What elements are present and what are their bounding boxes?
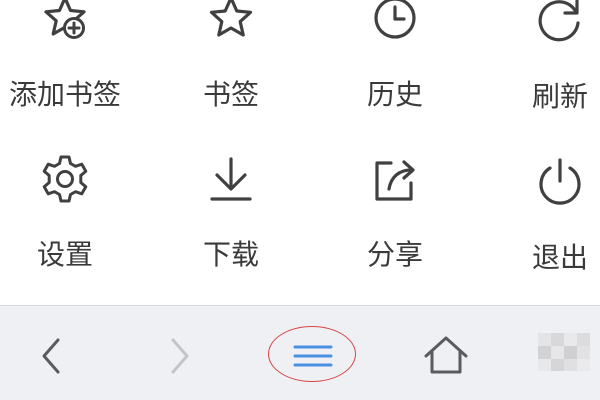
chevron-left-icon — [42, 338, 60, 374]
menu-item-share[interactable]: 分享 — [335, 148, 455, 278]
menu-item-download[interactable]: 下载 — [171, 148, 291, 278]
menu-item-bookmarks[interactable]: 书签 — [171, 0, 291, 111]
menu-item-exit[interactable]: 退出 — [500, 148, 600, 278]
download-icon — [203, 151, 259, 207]
bottom-toolbar — [0, 305, 600, 400]
hamburger-menu-icon — [293, 345, 333, 367]
menu-item-label: 分享 — [366, 238, 423, 271]
menu-item-settings[interactable]: 设置 — [5, 148, 125, 278]
menu-item-label: 历史 — [366, 78, 423, 111]
menu-panel: 添加书签 书签 历史 刷新 设置 下载 分享 退出 — [0, 0, 600, 305]
menu-item-label: 书签 — [202, 78, 259, 111]
menu-item-label: 刷新 — [531, 80, 588, 113]
back-button[interactable] — [20, 326, 80, 386]
gear-icon — [37, 151, 93, 207]
clock-icon — [367, 0, 423, 48]
forward-button[interactable] — [150, 326, 210, 386]
share-icon — [367, 151, 423, 207]
power-icon — [532, 153, 588, 209]
menu-item-label: 下载 — [202, 238, 259, 271]
add-bookmark-star-icon — [37, 0, 93, 48]
chevron-right-icon — [171, 338, 189, 374]
refresh-icon — [532, 0, 588, 48]
menu-item-history[interactable]: 历史 — [335, 0, 455, 111]
menu-item-add-bookmark[interactable]: 添加书签 — [5, 0, 125, 111]
menu-item-label: 退出 — [531, 241, 588, 274]
home-button[interactable] — [416, 326, 476, 386]
menu-item-label: 添加书签 — [8, 78, 121, 111]
browser-menu-screen: 添加书签 书签 历史 刷新 设置 下载 分享 退出 — [0, 0, 600, 400]
menu-item-label: 设置 — [36, 238, 93, 271]
home-icon — [424, 336, 468, 374]
star-icon — [203, 0, 259, 48]
menu-item-refresh[interactable]: 刷新 — [500, 0, 600, 113]
menu-button[interactable] — [283, 326, 343, 386]
